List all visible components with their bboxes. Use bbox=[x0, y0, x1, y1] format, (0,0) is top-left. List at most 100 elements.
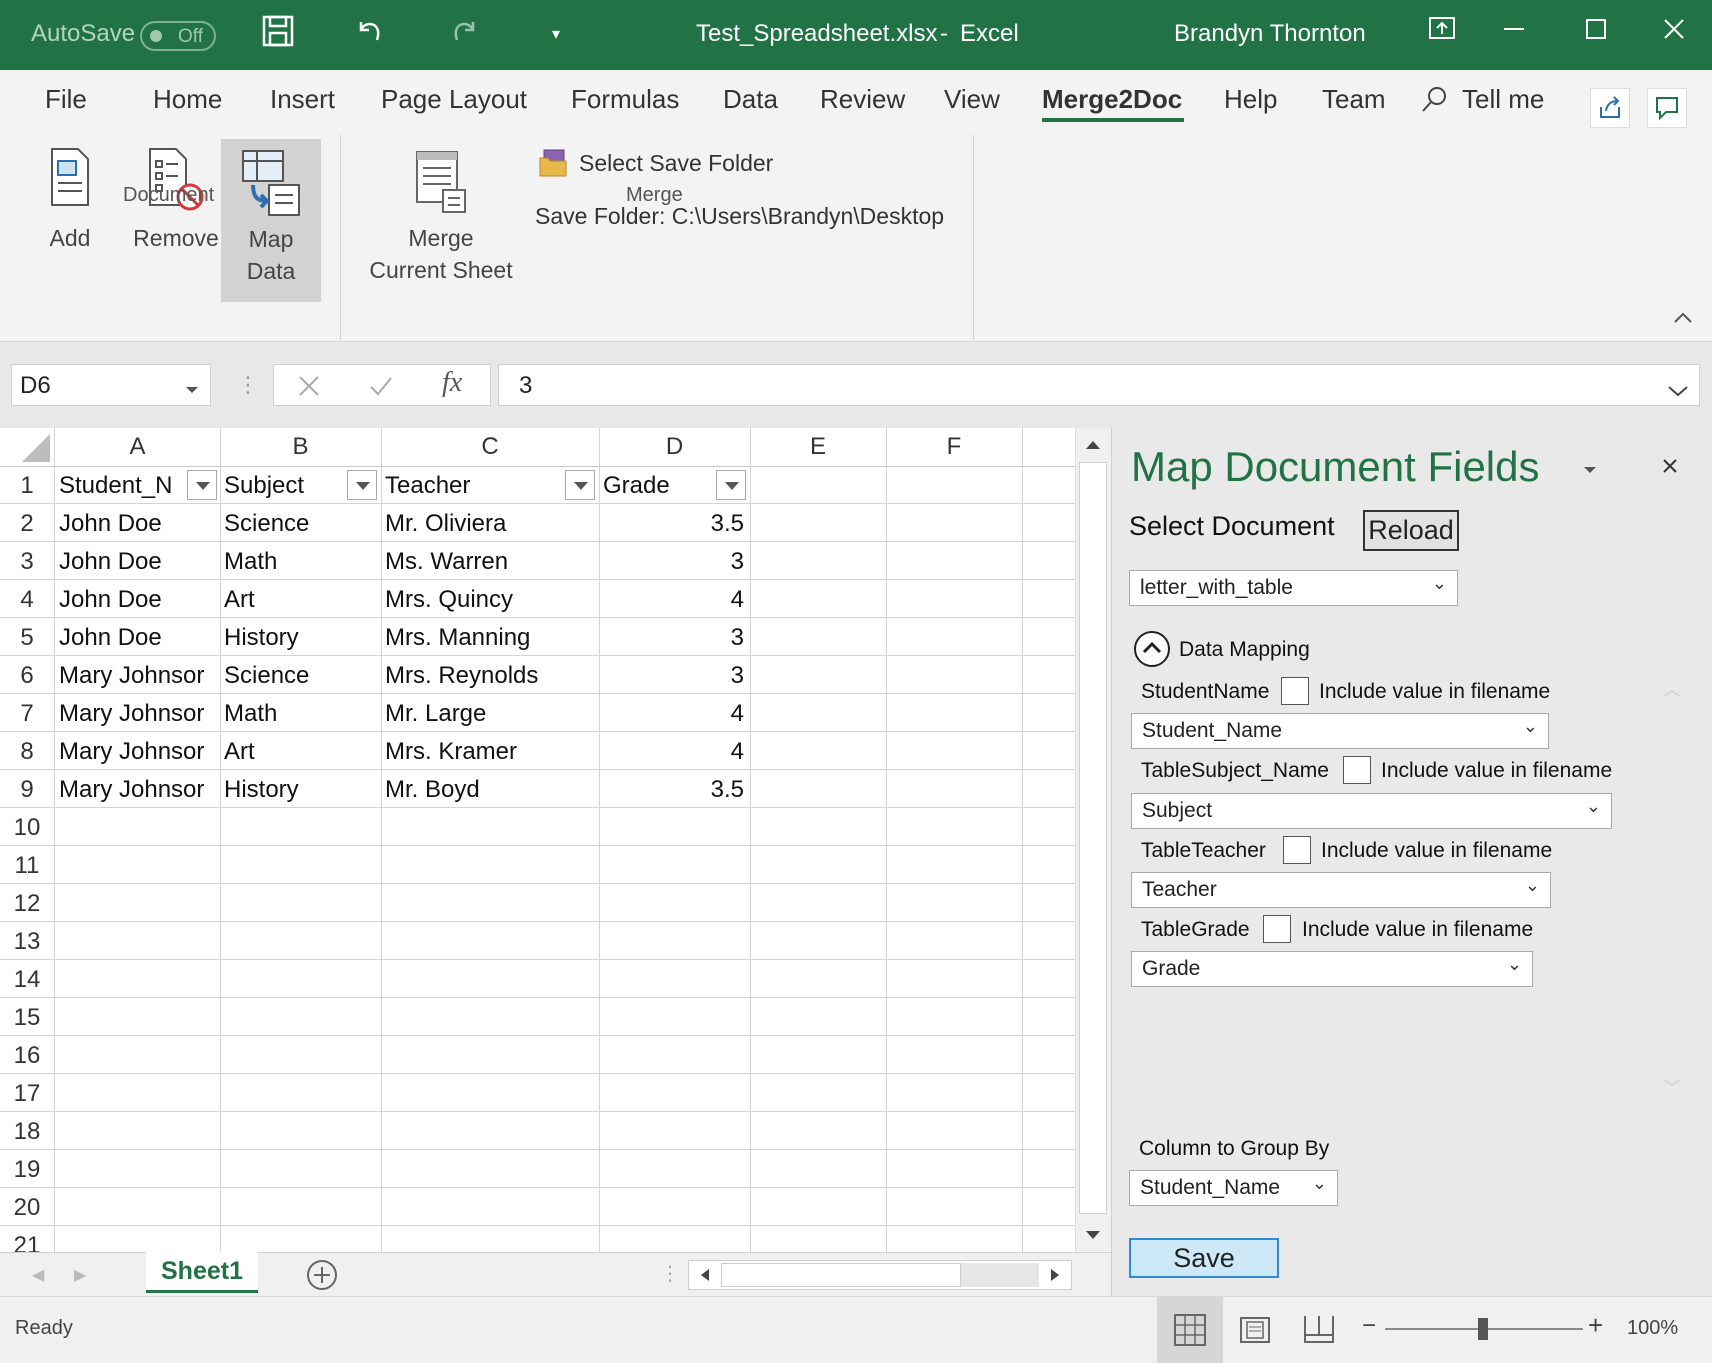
header-cell[interactable]: Grade bbox=[603, 472, 713, 500]
inner-scroll-up-icon[interactable]: ︿ bbox=[1664, 676, 1680, 700]
row-header[interactable]: 12 bbox=[0, 890, 54, 918]
filter-dropdown-icon[interactable] bbox=[187, 470, 217, 500]
zoom-slider-thumb[interactable] bbox=[1478, 1318, 1488, 1340]
ribbon-display-icon[interactable] bbox=[1420, 14, 1464, 56]
include-in-filename-checkbox[interactable] bbox=[1281, 677, 1309, 705]
vertical-scrollbar[interactable] bbox=[1075, 428, 1111, 1252]
save-icon[interactable] bbox=[256, 14, 300, 56]
document-select[interactable]: letter_with_table ⌄ bbox=[1129, 570, 1458, 606]
table-cell[interactable]: Ms. Warren bbox=[385, 548, 597, 576]
customize-qat-icon[interactable]: ▾ bbox=[534, 14, 578, 56]
field-mapping-select[interactable]: Teacher ⌄ bbox=[1131, 872, 1551, 908]
table-cell[interactable]: 4 bbox=[603, 738, 744, 766]
column-header-c[interactable]: C bbox=[381, 428, 599, 466]
tell-me-search[interactable]: Tell me bbox=[1462, 84, 1544, 115]
table-cell[interactable]: 4 bbox=[603, 586, 744, 614]
select-save-folder-label[interactable]: Select Save Folder bbox=[579, 150, 773, 177]
table-cell[interactable]: Math bbox=[224, 548, 379, 576]
tab-merge2doc[interactable]: Merge2Doc bbox=[1042, 84, 1182, 115]
filter-dropdown-icon[interactable] bbox=[347, 470, 377, 500]
table-cell[interactable]: Mrs. Reynolds bbox=[385, 662, 597, 690]
pane-options-icon[interactable] bbox=[1582, 462, 1598, 480]
table-cell[interactable]: Mrs. Kramer bbox=[385, 738, 597, 766]
table-cell[interactable]: Mr. Oliviera bbox=[385, 510, 597, 538]
row-header[interactable]: 1 bbox=[0, 472, 54, 500]
minimize-icon[interactable] bbox=[1492, 14, 1536, 56]
cancel-icon[interactable] bbox=[296, 373, 322, 404]
tab-insert[interactable]: Insert bbox=[270, 84, 335, 115]
field-mapping-select[interactable]: Grade ⌄ bbox=[1131, 951, 1533, 987]
row-header[interactable]: 18 bbox=[0, 1118, 54, 1146]
insert-function-icon[interactable]: fx bbox=[442, 367, 462, 399]
table-cell[interactable]: Science bbox=[224, 510, 379, 538]
table-cell[interactable]: John Doe bbox=[59, 548, 220, 576]
table-cell[interactable]: Mary Johnsor bbox=[59, 776, 220, 804]
tab-view[interactable]: View bbox=[944, 84, 1000, 115]
table-cell[interactable]: Art bbox=[224, 738, 379, 766]
table-cell[interactable]: Mr. Boyd bbox=[385, 776, 597, 804]
row-header[interactable]: 4 bbox=[0, 586, 54, 614]
row-header[interactable]: 19 bbox=[0, 1156, 54, 1184]
row-header[interactable]: 14 bbox=[0, 966, 54, 994]
comments-icon[interactable] bbox=[1647, 88, 1687, 128]
tab-splitter-icon[interactable]: ⋮ bbox=[660, 1261, 680, 1286]
autosave-toggle[interactable]: Off bbox=[140, 21, 216, 51]
row-header[interactable]: 15 bbox=[0, 1004, 54, 1032]
group-by-select[interactable]: Student_Name ⌄ bbox=[1129, 1170, 1338, 1206]
row-header[interactable]: 21 bbox=[0, 1232, 54, 1252]
include-in-filename-checkbox[interactable] bbox=[1283, 836, 1311, 864]
column-header-a[interactable]: A bbox=[55, 428, 220, 466]
include-in-filename-checkbox[interactable] bbox=[1263, 915, 1291, 943]
column-header-f[interactable]: F bbox=[886, 428, 1022, 466]
add-label[interactable]: Add bbox=[40, 222, 100, 254]
tab-team[interactable]: Team bbox=[1322, 84, 1386, 115]
collapse-ribbon-icon[interactable] bbox=[1672, 310, 1694, 331]
table-cell[interactable]: Mary Johnsor bbox=[59, 738, 220, 766]
next-sheet-icon[interactable]: ▶ bbox=[74, 1265, 86, 1285]
table-cell[interactable]: Science bbox=[224, 662, 379, 690]
tab-formulas[interactable]: Formulas bbox=[571, 84, 679, 115]
table-cell[interactable]: 3.5 bbox=[603, 510, 744, 538]
column-header-e[interactable]: E bbox=[750, 428, 886, 466]
table-cell[interactable]: John Doe bbox=[59, 510, 220, 538]
row-header[interactable]: 6 bbox=[0, 662, 54, 690]
table-cell[interactable]: Mary Johnsor bbox=[59, 700, 220, 728]
table-cell[interactable]: 3 bbox=[603, 548, 744, 576]
share-icon[interactable] bbox=[1590, 88, 1630, 128]
tab-page-layout[interactable]: Page Layout bbox=[381, 84, 527, 115]
row-header[interactable]: 13 bbox=[0, 928, 54, 956]
collapse-section-icon[interactable] bbox=[1133, 630, 1171, 673]
enter-icon[interactable] bbox=[368, 373, 394, 404]
inner-scroll-down-icon[interactable]: ﹀ bbox=[1664, 1074, 1680, 1098]
header-cell[interactable]: Teacher bbox=[385, 472, 555, 500]
scroll-right-icon[interactable] bbox=[1049, 1267, 1061, 1288]
tab-data[interactable]: Data bbox=[723, 84, 778, 115]
prev-sheet-icon[interactable]: ◀ bbox=[32, 1265, 44, 1285]
expand-formula-bar-icon[interactable] bbox=[1667, 377, 1689, 405]
horizontal-scrollbar[interactable] bbox=[688, 1260, 1072, 1290]
formula-input[interactable]: 3 bbox=[498, 364, 1700, 406]
scroll-up-icon[interactable] bbox=[1084, 438, 1102, 456]
select-all-corner[interactable] bbox=[0, 428, 54, 466]
scroll-left-icon[interactable] bbox=[699, 1267, 711, 1288]
row-header[interactable]: 7 bbox=[0, 700, 54, 728]
reload-button[interactable]: Reload bbox=[1363, 510, 1459, 551]
row-header[interactable]: 2 bbox=[0, 510, 54, 538]
active-cell[interactable]: 3 bbox=[603, 662, 744, 690]
zoom-in-icon[interactable]: + bbox=[1588, 1310, 1603, 1341]
scroll-thumb[interactable] bbox=[1079, 462, 1107, 1214]
undo-icon[interactable] bbox=[348, 14, 392, 56]
filter-dropdown-icon[interactable] bbox=[565, 470, 595, 500]
table-cell[interactable]: 4 bbox=[603, 700, 744, 728]
normal-view-button[interactable] bbox=[1157, 1297, 1223, 1363]
tab-home[interactable]: Home bbox=[153, 84, 222, 115]
save-button[interactable]: Save bbox=[1129, 1238, 1279, 1278]
page-layout-view-icon[interactable] bbox=[1238, 1315, 1272, 1350]
row-header[interactable]: 3 bbox=[0, 548, 54, 576]
row-header[interactable]: 10 bbox=[0, 814, 54, 842]
row-header[interactable]: 17 bbox=[0, 1080, 54, 1108]
filter-dropdown-icon[interactable] bbox=[716, 470, 746, 500]
table-cell[interactable]: 3.5 bbox=[603, 776, 744, 804]
map-data-button[interactable]: Map Data bbox=[221, 139, 321, 302]
pane-close-icon[interactable] bbox=[1660, 456, 1680, 481]
